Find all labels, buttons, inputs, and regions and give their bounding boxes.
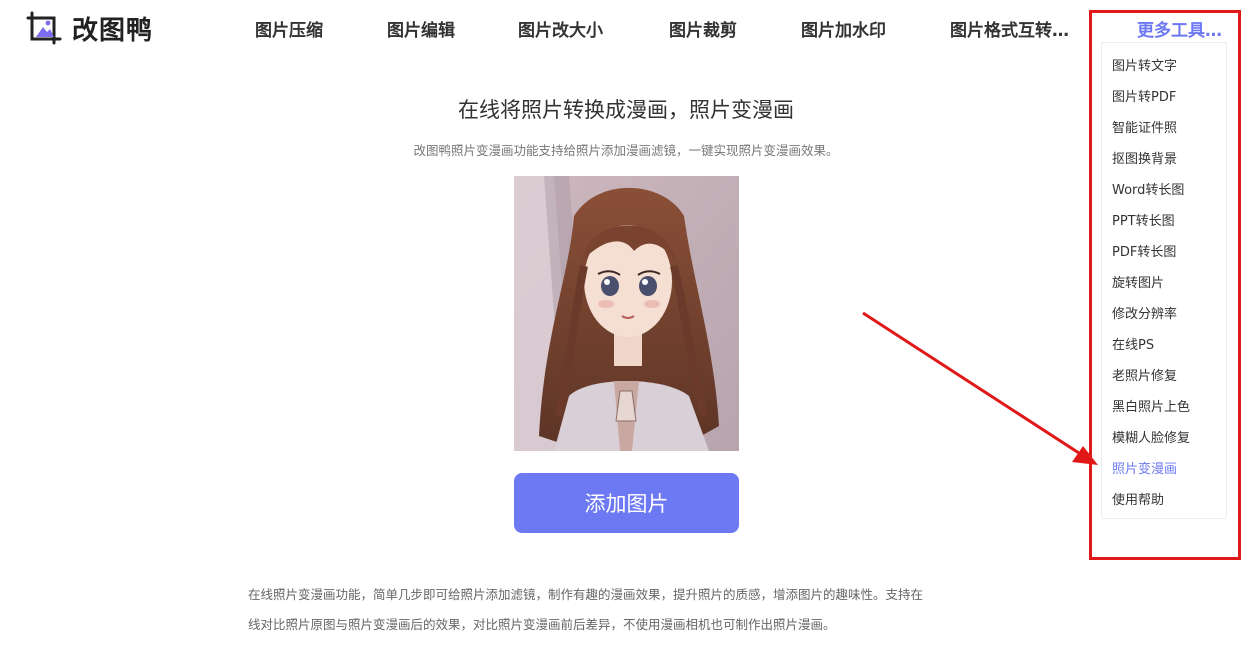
dropdown-item-change-resolution[interactable]: 修改分辨率	[1112, 303, 1177, 322]
dropdown-item-old-photo-repair[interactable]: 老照片修复	[1112, 365, 1177, 384]
nav-item-format-convert[interactable]: 图片格式互转…	[950, 16, 1069, 41]
page-title: 在线将照片转换成漫画，照片变漫画	[458, 98, 794, 122]
add-image-button[interactable]: 添加图片	[514, 473, 739, 533]
dropdown-item-colorize-bw[interactable]: 黑白照片上色	[1112, 396, 1190, 415]
dropdown-item-pdf-to-long-image[interactable]: PDF转长图	[1112, 241, 1176, 260]
page-subtitle: 改图鸭照片变漫画功能支持给照片添加漫画滤镜，一键实现照片变漫画效果。	[413, 143, 839, 158]
nav-item-more-tools[interactable]: 更多工具…	[1137, 16, 1222, 41]
top-header: 改图鸭 图片压缩 图片编辑 图片改大小 图片裁剪 图片加水印 图片格式互转… 更…	[0, 0, 1260, 58]
nav-item-image-crop[interactable]: 图片裁剪	[669, 16, 737, 41]
preview-image	[514, 176, 739, 451]
nav-item-image-watermark[interactable]: 图片加水印	[801, 16, 886, 41]
dropdown-item-word-to-long-image[interactable]: Word转长图	[1112, 179, 1184, 198]
dropdown-item-blurry-face-repair[interactable]: 模糊人脸修复	[1112, 427, 1190, 446]
nav-item-image-edit[interactable]: 图片编辑	[387, 16, 455, 41]
main-nav: 图片压缩 图片编辑 图片改大小 图片裁剪 图片加水印 图片格式互转… 更多工具…	[0, 16, 1260, 42]
feature-description-line-2: 线对比照片原图与照片变漫画后的效果，对比照片变漫画前后差异，不使用漫画相机也可制…	[248, 617, 836, 632]
nav-item-image-compress[interactable]: 图片压缩	[255, 16, 323, 41]
dropdown-item-photo-to-cartoon[interactable]: 照片变漫画	[1112, 458, 1177, 477]
dropdown-item-ppt-to-long-image[interactable]: PPT转长图	[1112, 210, 1175, 229]
nav-item-image-resize[interactable]: 图片改大小	[518, 16, 603, 41]
feature-description: 在线照片变漫画功能，简单几步即可给照片添加滤镜，制作有趣的漫画效果，提升照片的质…	[248, 580, 1018, 640]
dropdown-item-online-ps[interactable]: 在线PS	[1112, 334, 1154, 353]
dropdown-item-help[interactable]: 使用帮助	[1112, 489, 1164, 508]
dropdown-item-image-to-text[interactable]: 图片转文字	[1112, 55, 1177, 74]
anime-girl-illustration	[514, 176, 739, 451]
feature-description-line-1: 在线照片变漫画功能，简单几步即可给照片添加滤镜，制作有趣的漫画效果，提升照片的质…	[248, 587, 924, 602]
dropdown-item-rotate-image[interactable]: 旋转图片	[1112, 272, 1164, 291]
